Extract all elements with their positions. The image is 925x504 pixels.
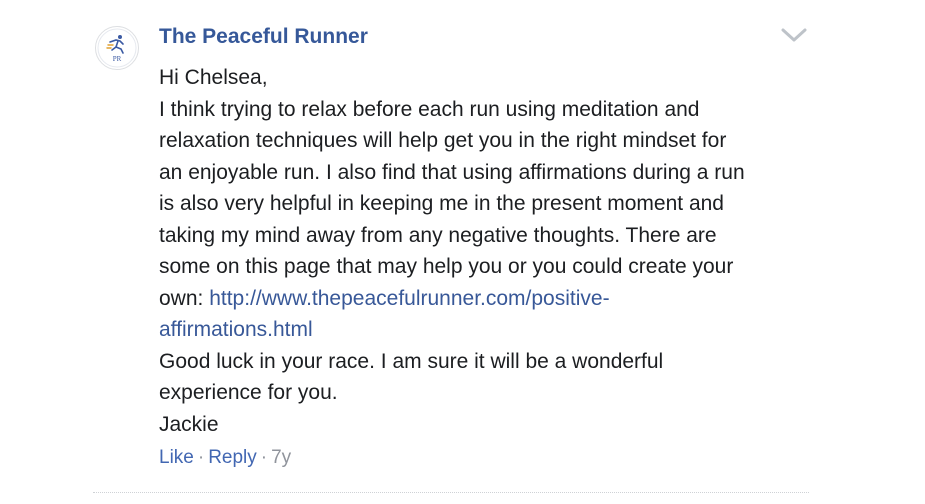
body-line: an enjoyable run. I also find that using… xyxy=(159,160,745,184)
body-line: I think trying to relax before each run … xyxy=(159,97,700,121)
author-name[interactable]: The Peaceful Runner xyxy=(159,25,368,49)
body-line: relaxation techniques will help get you … xyxy=(159,129,727,152)
affirmations-link[interactable]: http://www.thepeacefulrunner.com/positiv… xyxy=(209,287,609,310)
like-link[interactable]: Like xyxy=(159,447,194,468)
avatar-initials: PR xyxy=(113,55,122,63)
comment-actions: Like · Reply · 7y xyxy=(159,447,291,469)
separator: · xyxy=(260,447,268,468)
comment: PR The Peaceful Runner Hi Chelsea, I thi… xyxy=(93,0,809,493)
separator: · xyxy=(197,447,205,468)
timestamp[interactable]: 7y xyxy=(271,447,291,468)
body-line: is also very helpful in keeping me in th… xyxy=(159,192,724,215)
avatar[interactable]: PR xyxy=(95,26,139,70)
body-line: some on this page that may help you or y… xyxy=(159,255,734,278)
closing-line: Good luck in your race. I am sure it wil… xyxy=(159,349,664,373)
signature: Jackie xyxy=(159,412,219,436)
closing-line: experience for you. xyxy=(159,381,338,404)
link-line: affirmations.html xyxy=(159,314,809,346)
reply-link[interactable]: Reply xyxy=(208,447,257,468)
comment-options-button[interactable] xyxy=(779,24,809,46)
affirmations-link-continued[interactable]: affirmations.html xyxy=(159,318,313,341)
comment-body: Hi Chelsea, I think trying to relax befo… xyxy=(159,62,809,440)
chevron-down-icon xyxy=(781,28,807,42)
link-prefix: own: xyxy=(159,286,210,310)
link-line: own: http://www.thepeacefulrunner.com/po… xyxy=(159,283,809,315)
divider xyxy=(93,492,809,493)
runner-logo-icon: PR xyxy=(97,28,137,68)
greeting-line: Hi Chelsea, xyxy=(159,66,268,89)
body-line: taking my mind away from any negative th… xyxy=(159,223,717,247)
